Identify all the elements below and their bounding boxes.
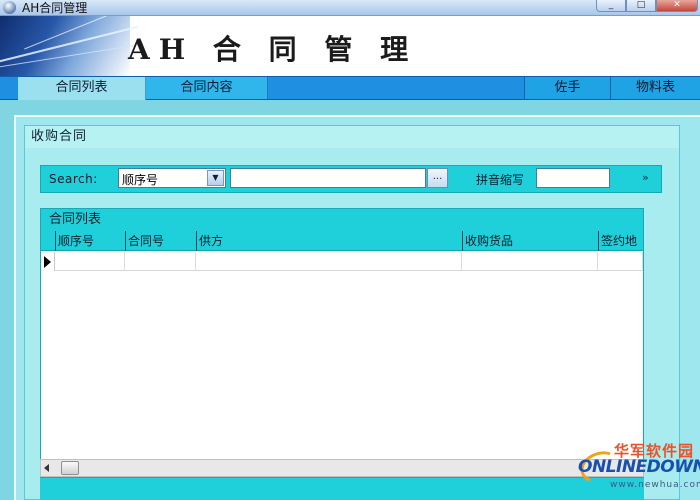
panel-title: 收购合同 xyxy=(25,126,679,148)
watermark-en: ONLINEDOWN xyxy=(578,457,700,477)
grid-header: 顺序号 合同号 供方 收购货品 签约地 xyxy=(41,231,643,251)
nav-bar: 合同列表 合同内容 佐手 物料表 xyxy=(0,76,700,100)
browse-button[interactable]: ... xyxy=(427,168,448,188)
search-field-select[interactable]: 顺序号 ▼ xyxy=(118,168,226,188)
table-cell[interactable] xyxy=(125,252,196,271)
grid-footer xyxy=(40,478,644,500)
tab-material-list[interactable]: 物料表 xyxy=(610,77,700,99)
pinyin-input[interactable] xyxy=(536,168,610,188)
column-header-goods[interactable]: 收购货品 xyxy=(462,231,598,251)
minimize-button[interactable]: _ xyxy=(596,0,626,12)
column-header-supplier[interactable]: 供方 xyxy=(196,231,462,251)
tab-helper[interactable]: 佐手 xyxy=(524,77,610,99)
tab-contract-list[interactable]: 合同列表 xyxy=(18,77,146,100)
table-cell[interactable] xyxy=(598,252,643,271)
expand-more-button[interactable]: » xyxy=(642,171,649,184)
app-banner: AH 合 同 管 理 xyxy=(0,16,700,76)
table-cell[interactable] xyxy=(55,252,125,271)
contract-grid: 合同列表 顺序号 合同号 供方 收购货品 签约地 xyxy=(40,208,644,478)
table-cell[interactable] xyxy=(196,252,462,271)
search-keyword-input[interactable] xyxy=(230,168,426,188)
column-header-location[interactable]: 签约地 xyxy=(598,231,643,251)
column-header-seq[interactable]: 顺序号 xyxy=(55,231,125,251)
watermark-url: www.newhua.com xyxy=(610,480,700,490)
column-header-contract-no[interactable]: 合同号 xyxy=(125,231,196,251)
current-row-arrow-icon xyxy=(44,256,51,268)
table-cell[interactable] xyxy=(462,252,598,271)
tab-contract-content[interactable]: 合同内容 xyxy=(146,77,268,99)
row-indicator[interactable] xyxy=(41,252,55,271)
scroll-thumb[interactable] xyxy=(61,461,79,475)
banner-graphic xyxy=(0,16,140,76)
watermark-logo: 华军软件园 ONLINEDOWN www.newhua.com xyxy=(576,440,700,500)
scroll-left-icon[interactable] xyxy=(44,464,49,472)
search-label: Search: xyxy=(49,172,98,186)
close-button[interactable]: ✕ xyxy=(656,0,698,12)
app-icon xyxy=(3,1,16,14)
window-titlebar: AH合同管理 _ □ ✕ xyxy=(0,0,700,16)
pinyin-label: 拼音缩写 xyxy=(476,173,525,187)
grid-caption: 合同列表 xyxy=(41,209,643,231)
maximize-button[interactable]: □ xyxy=(626,0,656,12)
dropdown-arrow-icon[interactable]: ▼ xyxy=(207,170,224,186)
table-row[interactable] xyxy=(41,252,643,271)
window-title: AH合同管理 xyxy=(22,1,88,15)
horizontal-scrollbar[interactable] xyxy=(40,459,644,477)
app-title: AH 合 同 管 理 xyxy=(128,33,418,66)
search-field-value: 顺序号 xyxy=(122,173,159,187)
